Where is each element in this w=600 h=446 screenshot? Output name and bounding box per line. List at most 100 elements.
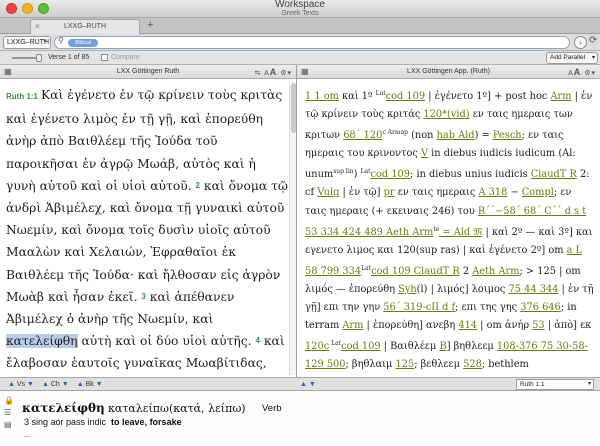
pane-settings-icon[interactable]: ⚙▾ [584, 70, 596, 77]
book-nav-label: Bk [85, 381, 94, 388]
apparatus-link[interactable]: 120c [305, 341, 329, 352]
apparatus-link[interactable]: Pesch [493, 130, 522, 141]
selected-word[interactable]: κατελείφθη [6, 334, 78, 349]
apparatus-pane-title: LXX Göttingen App. (Ruth) [407, 68, 490, 75]
apparatus-link[interactable]: 1 1 om [305, 91, 339, 102]
font-size-large-icon[interactable]: A [270, 67, 278, 77]
word-info-panel: 🔒 ☰ ▤ κατελείφθη καταλείπω(κατά, λείπω) … [0, 391, 600, 446]
info-placeholder: -- [24, 431, 30, 441]
reference-select[interactable]: Ruth 1:1 ▾ [516, 379, 594, 390]
search-scope-chip[interactable]: Biblical [68, 39, 98, 47]
apparatus-text-run: ; βηθλαιμ [345, 359, 396, 371]
apparatus-link[interactable]: -cII d f [422, 302, 455, 313]
apparatus-link[interactable]: Arm [342, 320, 363, 331]
apparatus-link[interactable]: = Ald 𝔐 [439, 227, 482, 238]
apparatus-text-run: εν ταις ημεραις [394, 187, 479, 199]
arrow-up-icon: ▲ [300, 381, 307, 388]
lock-icon[interactable]: 🔒 [4, 395, 16, 407]
zoom-window-button[interactable] [38, 3, 49, 14]
apparatus-link[interactable]: R΄΄− [478, 206, 503, 217]
apparatus-link[interactable]: V [421, 148, 428, 159]
list-icon[interactable]: ☰ [4, 407, 16, 419]
arrow-down-icon: ▼ [308, 381, 316, 388]
verse-number-3[interactable]: 3 [141, 292, 145, 301]
apparatus-link[interactable]: 528 [463, 359, 482, 370]
apparatus-text-run: | ἐγένετο 1º] + post hoc [425, 91, 551, 102]
verse-1-text[interactable]: Καὶ ἐγένετο ἐν τῷ κρίνειν τοὺς κριτὰς κα… [6, 88, 282, 193]
arrow-down-icon: ▼ [61, 381, 69, 388]
apparatus-link[interactable]: 376 646 [520, 302, 561, 313]
text-pane-scrollbar[interactable] [289, 81, 296, 375]
pane-settings-icon[interactable]: ⚙▾ [280, 70, 292, 77]
go-button[interactable]: › [574, 36, 587, 49]
apparatus-link[interactable]: cod 109 [371, 169, 410, 180]
apparatus-text-run: | ἐν τῷ] [339, 187, 384, 199]
apparatus-link[interactable]: 56΄ 319 [383, 302, 422, 313]
add-parallel-select[interactable]: Add Parallel ▾ [546, 52, 598, 64]
apparatus-text-run: (non [407, 130, 437, 142]
verse-slider-track[interactable] [12, 57, 38, 59]
apparatus-link[interactable]: 68΄ 120 [343, 130, 382, 141]
apparatus-link[interactable]: 53 [532, 320, 544, 331]
info-lemma[interactable]: καταλείπω(κατά, λείπω) [108, 402, 246, 415]
apparatus-link[interactable]: 108-376 75 [497, 341, 553, 352]
verse-3-text-end[interactable]: αὐτὴ καὶ οἱ δύο υἱοὶ αὐτῆς. [81, 334, 251, 348]
apparatus-link[interactable]: cod 109 ClaudT R [371, 266, 460, 277]
superscript: Lat [329, 340, 342, 348]
search-input[interactable] [103, 38, 563, 48]
apparatus-link[interactable]: Arm [550, 91, 571, 102]
scrollbar-thumb[interactable] [291, 83, 296, 133]
resource-select[interactable]: LXXG–RUTH ▼ [3, 36, 51, 49]
apparatus-link[interactable]: pr [384, 187, 395, 198]
apparatus-link[interactable]: Aeth Arm [472, 266, 519, 277]
font-size-large-icon[interactable]: A [574, 67, 582, 77]
search-toolbar: LXXG–RUTH ▼ ⚲ Biblical › ⟳ [0, 34, 600, 51]
chapter-nav-button[interactable]: ▲ Ch ▼ [42, 378, 69, 391]
apparatus-link[interactable]: 120*(vid) [423, 109, 469, 120]
apparatus-text-run: ; in diebus unius iudicis [410, 169, 531, 181]
apparatus-link[interactable]: B [440, 341, 447, 352]
add-tab-button[interactable]: + [147, 19, 153, 32]
verse-number-4[interactable]: 4 [255, 336, 259, 345]
close-window-button[interactable] [6, 3, 17, 14]
apparatus-link[interactable]: cod 109 [341, 341, 380, 352]
chevron-down-icon: ▾ [591, 55, 595, 61]
verse-position: Verse 1 of 85 [48, 54, 90, 61]
apparatus-link[interactable]: 125 [396, 359, 415, 370]
verse-reference[interactable]: Ruth 1:1 [6, 92, 38, 101]
compare-checkbox[interactable] [101, 54, 108, 61]
verse-2-text[interactable]: καὶ ὄνομα τῷ ἀνδρὶ Ἀβιμέλεχ, καὶ ὄνομα τ… [6, 179, 288, 304]
sync-icon[interactable]: ⇆ [255, 70, 262, 77]
info-word: κατελείφθη [22, 401, 105, 415]
close-tab-icon[interactable]: × [35, 20, 40, 34]
minimize-window-button[interactable] [22, 3, 33, 14]
apparatus-link[interactable]: A 318 [478, 187, 507, 198]
verse-nav-button[interactable]: ▲ Vs ▼ [8, 378, 34, 391]
superscript: sup lin [333, 168, 354, 176]
apparatus-link[interactable]: Syh [398, 284, 417, 295]
verse-navigation-bar: Verse 1 of 85 Compare Add Parallel ▾ [0, 51, 600, 65]
apparatus-pane: ▦ LXX Göttingen App. (Ruth) AA ⚙▾ 1 1 om… [297, 65, 600, 377]
apparatus-link[interactable]: 414 [458, 320, 477, 331]
tab-lxxg-ruth[interactable]: × LXXG–RUTH [30, 19, 140, 34]
refresh-icon[interactable]: ⟳ [589, 35, 597, 46]
verse-slider-handle[interactable] [36, 54, 42, 62]
book-nav-button[interactable]: ▲ Bk ▼ [77, 378, 103, 391]
info-tools: 🔒 ☰ ▤ [4, 395, 16, 431]
info-part-of-speech: Verb [262, 403, 282, 414]
apparatus-link[interactable]: hab Ald [437, 130, 475, 141]
apparatus-link[interactable]: ClaudT R [531, 169, 577, 180]
superscript: Lat [361, 264, 372, 272]
pane-tools: ⇆ AA ⚙▾ [255, 65, 292, 81]
apparatus-link[interactable]: Compl [522, 187, 554, 198]
apparatus-nav-arrows[interactable]: ▲ ▼ [300, 378, 316, 391]
apparatus-link[interactable]: Vulg [317, 187, 339, 198]
book-icon[interactable]: ▤ [4, 419, 16, 431]
apparatus-link[interactable]: cod 109 [386, 91, 425, 102]
verse-number-2[interactable]: 2 [196, 181, 200, 190]
compare-label: Compare [111, 54, 140, 61]
search-field[interactable]: ⚲ Biblical [54, 36, 570, 49]
apparatus-link[interactable]: 75 44 344 [509, 284, 559, 295]
apparatus-text-run: ; επι της γης [455, 302, 521, 314]
apparatus-text-run: − [507, 187, 522, 199]
